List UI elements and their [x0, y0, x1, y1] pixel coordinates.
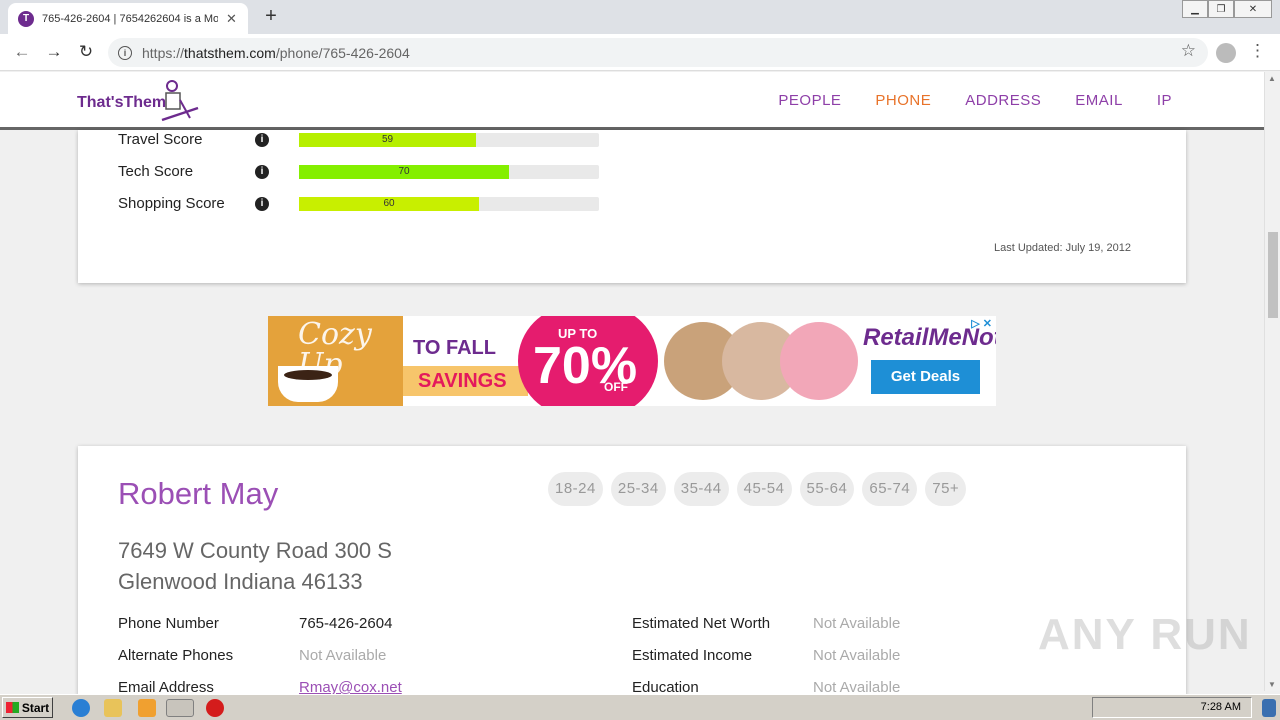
restore-button[interactable]: ❐	[1208, 0, 1234, 18]
score-row-shopping: Shopping Score i 60	[118, 195, 599, 212]
menu-kebab-icon[interactable]: ⋮	[1249, 41, 1266, 61]
income-value: Not Available	[813, 647, 901, 664]
site-info-icon[interactable]: i	[118, 45, 132, 60]
address-line-2: Glenwood Indiana 46133	[118, 569, 363, 594]
chrome-taskbar-icon[interactable]	[166, 699, 194, 717]
age-chip[interactable]: 65-74	[862, 472, 918, 506]
score-bar: 70	[299, 164, 599, 179]
last-updated: Last Updated: July 19, 2012	[994, 242, 1131, 254]
score-fill: 60	[299, 196, 479, 211]
scroll-up-icon[interactable]: ▲	[1268, 74, 1276, 83]
ad-image: Cozy Up	[268, 316, 403, 406]
system-tray: 7:28 AM	[1092, 697, 1252, 718]
info-icon[interactable]: i	[255, 164, 269, 179]
browser-toolbar: ← → ↻ i https://thatsthem.com/phone/765-…	[0, 34, 1280, 71]
age-chip[interactable]: 45-54	[736, 472, 792, 506]
clock: 7:28 AM	[1200, 701, 1241, 713]
forward-arrow-icon[interactable]: →	[44, 42, 64, 62]
get-deals-button[interactable]: Get Deals	[871, 360, 980, 394]
media-player-icon[interactable]	[138, 699, 156, 717]
browser-tab[interactable]: T 765-426-2604 | 7654262604 is a Mo ✕	[8, 3, 248, 34]
income-label: Estimated Income	[632, 647, 753, 664]
coffee-icon	[284, 370, 332, 380]
ad-banner[interactable]: Cozy Up TO FALL SAVINGS UP TO 70% OFF Re…	[268, 316, 996, 406]
nav-email[interactable]: EMAIL	[1075, 92, 1123, 109]
explorer-icon[interactable]	[104, 699, 122, 717]
minimize-button[interactable]: ▁	[1182, 0, 1208, 18]
ad-to-fall: TO FALL	[403, 334, 518, 362]
ad-off: OFF	[604, 380, 628, 394]
age-chip[interactable]: 25-34	[610, 472, 666, 506]
person-address[interactable]: 7649 W County Road 300 S Glenwood Indian…	[118, 535, 392, 597]
new-tab-button[interactable]: +	[260, 5, 282, 28]
networth-label: Estimated Net Worth	[632, 615, 771, 632]
windows-logo-icon	[5, 702, 19, 713]
bookmark-star-icon[interactable]: ☆	[1181, 41, 1196, 61]
scroll-down-icon[interactable]: ▼	[1268, 680, 1276, 689]
tab-title: 765-426-2604 | 7654262604 is a Mo	[42, 12, 218, 25]
site-header: That'sThem PEOPLE PHONE ADDRESS EMAIL IP	[0, 72, 1264, 130]
browser-tab-bar: T 765-426-2604 | 7654262604 is a Mo ✕ + …	[0, 0, 1280, 34]
address-line-1: 7649 W County Road 300 S	[118, 538, 392, 563]
ie-icon[interactable]	[72, 699, 90, 717]
info-icon[interactable]: i	[255, 132, 269, 147]
heels-product-icon	[780, 322, 858, 400]
phone-value: 765-426-2604	[299, 615, 393, 632]
logo-figure-icon	[161, 80, 199, 122]
score-bar: 59	[299, 132, 599, 147]
info-icon[interactable]: i	[255, 196, 269, 211]
age-filter: 18-24 25-34 35-44 45-54 55-64 65-74 75+	[548, 472, 967, 506]
alt-phones-value: Not Available	[299, 647, 387, 664]
start-label: Start	[21, 700, 50, 715]
url-text: https://thatsthem.com/phone/765-426-2604	[142, 44, 410, 61]
score-label: Tech Score	[118, 163, 194, 180]
close-window-button[interactable]: ✕	[1234, 0, 1272, 18]
nav-address[interactable]: ADDRESS	[965, 92, 1041, 109]
nav-ip[interactable]: IP	[1157, 92, 1172, 109]
address-bar[interactable]: i https://thatsthem.com/phone/765-426-26…	[108, 38, 1208, 67]
close-tab-icon[interactable]: ✕	[226, 11, 237, 27]
show-desktop-icon[interactable]	[1262, 699, 1276, 717]
score-row-travel: Travel Score i 59	[118, 131, 599, 148]
site-favicon-icon: T	[18, 10, 34, 27]
windows-taskbar: Start 7:28 AM	[0, 694, 1280, 720]
scroll-thumb[interactable]	[1268, 232, 1278, 318]
age-chip[interactable]: 75+	[925, 472, 967, 506]
score-row-tech: Tech Score i 70	[118, 163, 599, 180]
age-chip[interactable]: 18-24	[548, 472, 603, 506]
score-fill: 70	[299, 164, 509, 179]
person-name[interactable]: Robert May	[118, 476, 278, 512]
scores-card: Travel Score i 59 Tech Score i 70 Shoppi…	[78, 130, 1186, 283]
score-fill: 59	[299, 132, 476, 147]
age-chip[interactable]: 55-64	[799, 472, 855, 506]
site-logo[interactable]: That'sThem	[77, 94, 166, 112]
score-bar: 60	[299, 196, 599, 211]
score-label: Shopping Score	[118, 195, 225, 212]
anyrun-watermark: ANY RUN	[1038, 610, 1252, 659]
ad-savings: SAVINGS	[403, 366, 528, 396]
nav-phone[interactable]: PHONE	[875, 92, 931, 109]
start-button[interactable]: Start	[2, 697, 53, 718]
phone-label: Phone Number	[118, 615, 219, 632]
profile-avatar-icon[interactable]	[1216, 43, 1236, 63]
page-scrollbar[interactable]: ▲ ▼	[1264, 72, 1280, 691]
person-card: Robert May 18-24 25-34 35-44 45-54 55-64…	[78, 446, 1186, 696]
adchoices-icon[interactable]: ▷ ✕	[971, 317, 992, 330]
networth-value: Not Available	[813, 615, 901, 632]
age-chip[interactable]: 35-44	[673, 472, 729, 506]
nav-people[interactable]: PEOPLE	[778, 92, 841, 109]
back-arrow-icon[interactable]: ←	[12, 42, 32, 62]
antivirus-icon[interactable]	[206, 699, 224, 717]
score-label: Travel Score	[118, 131, 203, 148]
main-nav: PEOPLE PHONE ADDRESS EMAIL IP	[778, 92, 1172, 109]
alt-phones-label: Alternate Phones	[118, 647, 234, 664]
reload-icon[interactable]: ↻	[76, 42, 96, 62]
